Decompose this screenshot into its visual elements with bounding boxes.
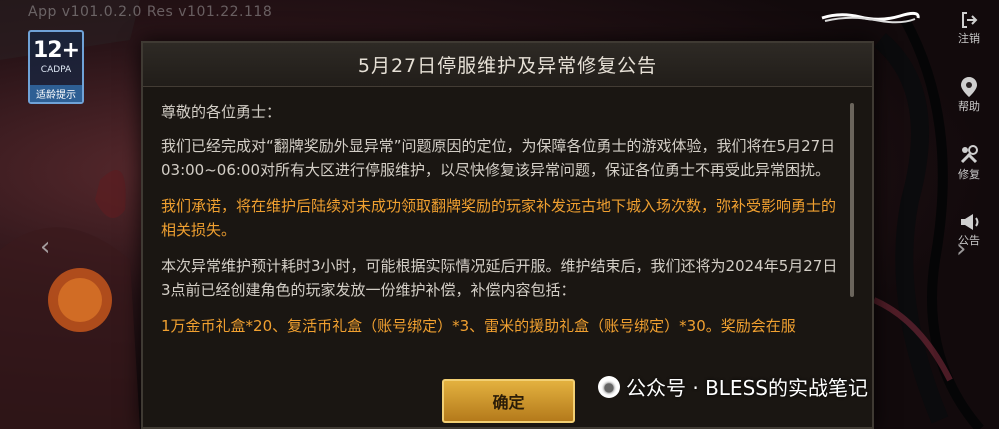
wechat-icon: ●	[598, 375, 620, 398]
side-nav-help-label: 帮助	[958, 100, 980, 113]
side-nav-logout-label: 注销	[958, 32, 980, 45]
redaction-scribble	[821, 11, 920, 24]
paragraph-1: 我们已经完成对“翻牌奖励外显异常”问题原因的定位，为保障各位勇士的游戏体验，我们…	[161, 137, 836, 179]
confirm-button[interactable]: 确定	[442, 379, 575, 423]
age-rating-badge: 12+ CADPA 适龄提示	[28, 30, 84, 104]
prev-arrow-icon[interactable]: ‹	[40, 232, 50, 262]
side-nav-logout-button[interactable]: 注销	[949, 10, 989, 46]
side-nav-help-button[interactable]: 帮助	[949, 76, 989, 114]
repair-icon	[960, 145, 978, 164]
announcement-dialog: 5月27日停服维护及异常修复公告 尊敬的各位勇士： 我们已经完成对“翻牌奖励外显…	[141, 41, 874, 429]
side-nav-announcement-button[interactable]: 公告	[949, 212, 989, 248]
next-arrow-icon[interactable]: ›	[956, 234, 966, 264]
dialog-title: 5月27日停服维护及异常修复公告	[143, 43, 872, 87]
age-rating-number: 12+	[32, 38, 80, 63]
age-rating-org: CADPA	[40, 65, 72, 75]
help-icon	[961, 77, 977, 97]
paragraph-3: 本次异常维护预计耗时3小时，可能根据实际情况延后开服。维护结束后，我们还将为20…	[161, 257, 838, 299]
paragraph-2-highlight: 我们承诺，将在维护后陆续对未成功领取翻牌奖励的玩家补发远古地下城入场次数，弥补受…	[161, 197, 837, 239]
side-nav-repair-label: 修复	[958, 168, 980, 181]
dialog-scrollbar[interactable]	[850, 103, 854, 297]
watermark: ● 公众号 · BLESS的实战笔记	[598, 372, 868, 401]
side-nav: 注销 帮助 修复 公告	[929, 0, 999, 429]
watermark-text: 公众号 · BLESS的实战笔记	[626, 376, 868, 400]
greeting-text: 尊敬的各位勇士：	[161, 103, 282, 121]
logout-icon	[962, 12, 978, 28]
app-version-text: App v101.0.2.0 Res v101.22.118	[28, 4, 273, 20]
announcement-body[interactable]: 尊敬的各位勇士： 我们已经完成对“翻牌奖励外显异常”问题原因的定位，为保障各位勇…	[161, 100, 841, 397]
age-rating-tip: 适龄提示	[30, 85, 82, 102]
side-nav-repair-button[interactable]: 修复	[949, 144, 989, 182]
announcement-icon	[961, 214, 979, 230]
paragraph-4-highlight: 1万金币礼盒*20、复活币礼盒（账号绑定）*3、雷米的援助礼盒（账号绑定）*30…	[161, 317, 796, 335]
